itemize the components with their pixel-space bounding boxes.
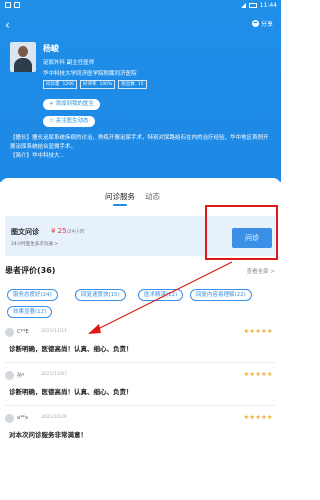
- reviews-heading: 患者评价(36): [5, 266, 56, 275]
- notification-icons: [5, 2, 20, 8]
- divider: [5, 405, 275, 406]
- share-button[interactable]: ➦ 分享: [251, 19, 273, 28]
- star-rating-icon: ★★★★★: [243, 371, 273, 378]
- tab-bar: 问诊服务 动态: [0, 191, 281, 206]
- specialty-text: 【擅长】擅长泌尿系统疾病的诊治，熟练开展泌尿手术，特别对尿路结石在内的治疗经验，…: [10, 135, 269, 150]
- tab-inquiry-service[interactable]: 问诊服务: [105, 191, 135, 202]
- status-time: 11:44: [259, 2, 277, 9]
- review-text: 诊断明确，医德高尚！认真、细心、负责！: [9, 388, 133, 396]
- review-date: 2021/11/07: [41, 372, 67, 377]
- status-bar: 11:44: [0, 0, 281, 12]
- battery-icon: [248, 3, 257, 8]
- star-rating-icon: ★★★★★: [243, 328, 273, 335]
- tab-dynamics[interactable]: 动态: [145, 191, 160, 202]
- stat-rating: 好评率 100%: [79, 80, 116, 89]
- stat-consultations: 问诊量 1206: [43, 80, 77, 89]
- service-note[interactable]: 24小时医生多次沟通 >: [11, 241, 58, 247]
- see-all-link[interactable]: 查看全部 >: [247, 267, 275, 275]
- doctor-name: 杨峻: [43, 44, 59, 53]
- review-tag[interactable]: 效果显著(12): [7, 306, 53, 318]
- follow-doctor-button[interactable]: ☆ 关注医生动态: [43, 116, 95, 127]
- tab-indicator: [113, 204, 127, 206]
- back-arrow-icon[interactable]: ‹: [5, 18, 19, 32]
- notification-icon: [5, 2, 11, 8]
- doctor-title: 泌尿外科 副主任医师: [43, 60, 95, 66]
- review-tag[interactable]: 服务态度好(24): [7, 289, 58, 301]
- divider: [5, 362, 275, 363]
- reviewer-avatar: [5, 414, 14, 423]
- doctor-intro: 【擅长】擅长泌尿系统疾病的诊治，熟练开展泌尿手术，特别对尿路结石在内的治疗经验，…: [10, 134, 270, 161]
- stat-followers: 粉丝数 15: [118, 80, 147, 89]
- service-title: 图文问诊: [11, 228, 39, 236]
- notification-icon: [14, 2, 20, 8]
- doctor-avatar: [10, 42, 36, 72]
- review-tag[interactable]: 医术精湛(12): [138, 289, 184, 301]
- share-label: 分享: [260, 21, 273, 28]
- highlight-box: [205, 205, 278, 260]
- reviewer-avatar: [5, 371, 14, 380]
- review-text: 诊断明确，医德高尚！认真、细心、负责！: [9, 345, 133, 353]
- share-icon: ➦: [251, 20, 259, 27]
- reviewer-avatar: [5, 328, 14, 337]
- add-doctor-button[interactable]: + 添加到我的医生: [43, 99, 100, 110]
- doctor-header: ‹ ➦ 分享 杨峻 泌尿外科 副主任医师 华中科技大学同济医学院附属同济医院 问…: [0, 12, 281, 184]
- review-tag[interactable]: 回复内容易理解(22): [190, 289, 252, 301]
- bio-text: 【简介】华中科技大...: [10, 153, 65, 159]
- doctor-stats: 问诊量 1206 好评率 100% 粉丝数 15: [43, 80, 147, 89]
- reviewer-name: 孙*: [17, 373, 25, 379]
- review-date: 2021/10/26: [41, 415, 67, 420]
- service-price: ¥ 25/24小时: [51, 227, 85, 235]
- reviewer-name: a**x: [17, 415, 29, 421]
- doctor-hospital: 华中科技大学同济医学院附属同济医院: [43, 71, 137, 77]
- reviewer-name: C**E: [17, 329, 29, 335]
- star-rating-icon: ★★★★★: [243, 414, 273, 421]
- review-text: 对本次问诊服务非常满意！: [9, 431, 87, 439]
- review-tag[interactable]: 回复速度快(15): [75, 289, 126, 301]
- review-date: 2021/11/11: [41, 329, 67, 334]
- signal-icon: [240, 3, 246, 8]
